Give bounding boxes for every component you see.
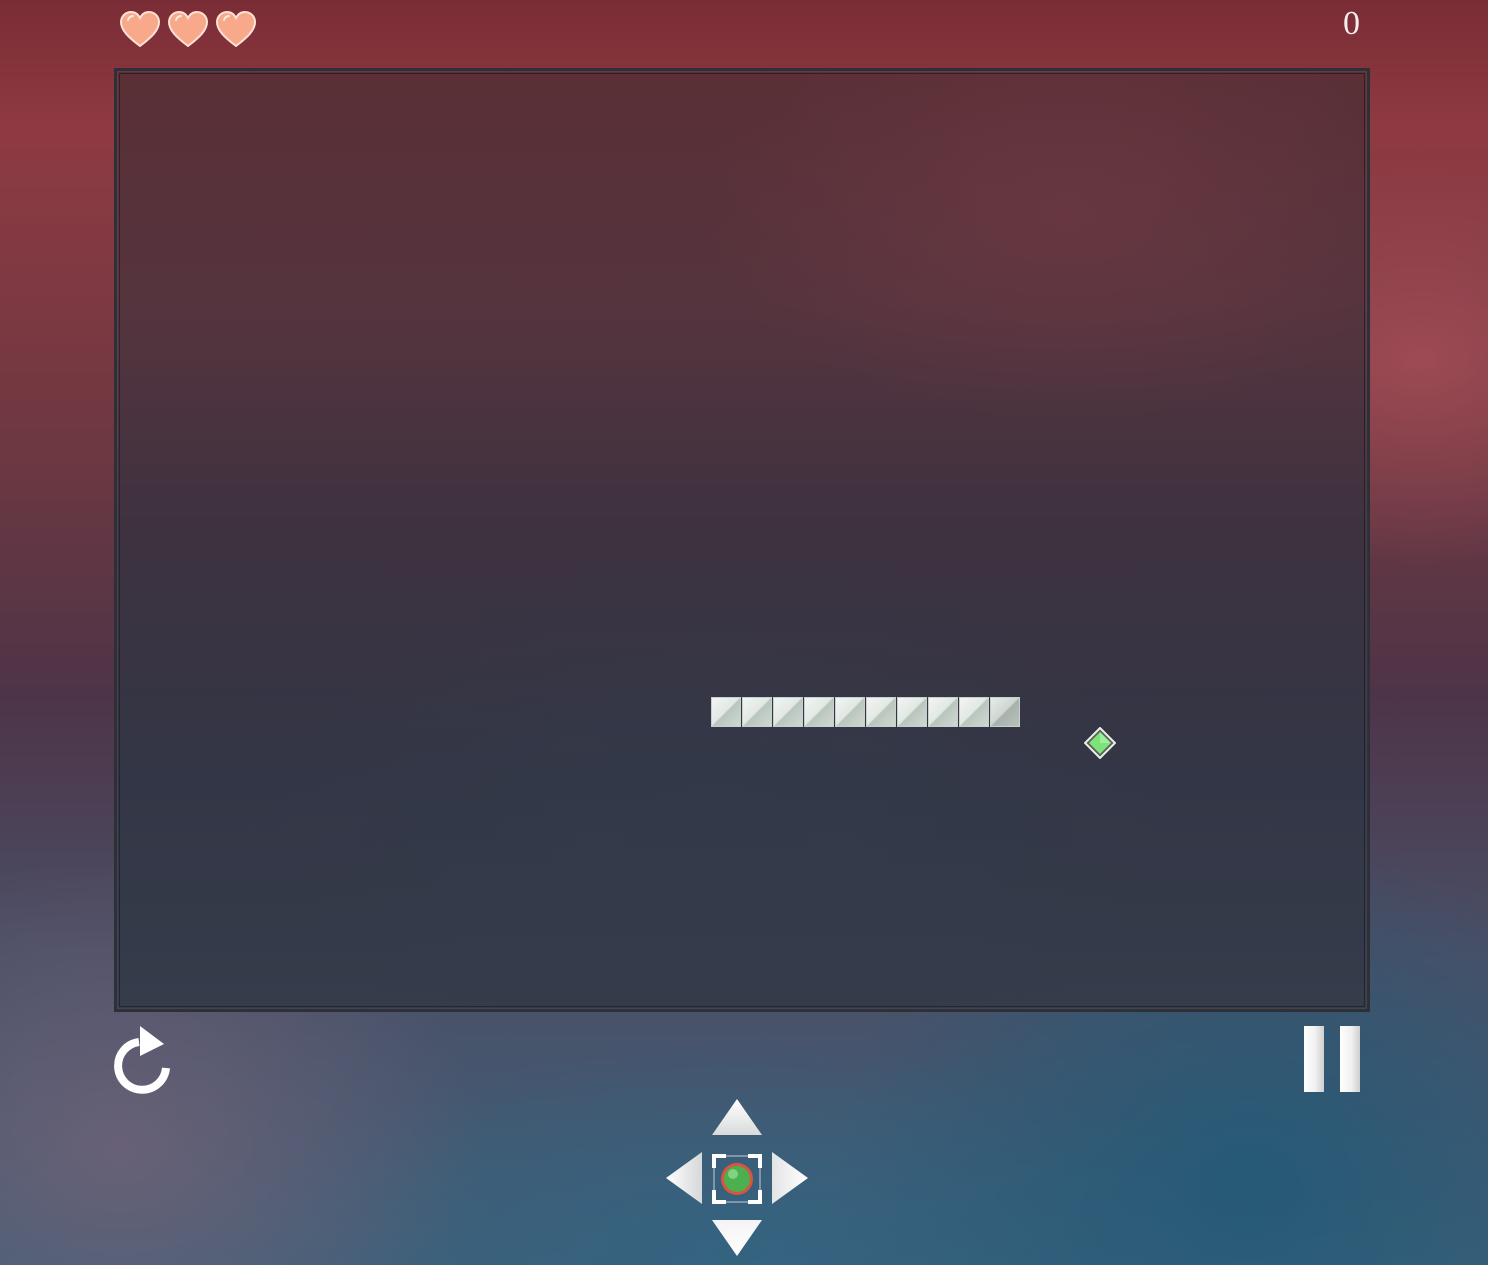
dpad-up-button[interactable]	[710, 1097, 764, 1137]
snake-segment	[773, 697, 803, 727]
snake-segment	[959, 697, 989, 727]
arrow-down-icon	[712, 1220, 762, 1256]
pause-bar-left	[1304, 1026, 1324, 1092]
snake-segment	[804, 697, 834, 727]
pause-bar-right	[1340, 1026, 1360, 1092]
dpad-down-button[interactable]	[710, 1218, 764, 1258]
snake-segment	[742, 697, 772, 727]
heart-icon	[119, 10, 161, 48]
snake-segment	[928, 697, 958, 727]
snake-segment	[711, 697, 741, 727]
heart-icon	[215, 10, 257, 48]
snake-segment	[897, 697, 927, 727]
score-value: 0	[1343, 5, 1360, 42]
restart-button[interactable]	[112, 1022, 174, 1094]
restart-icon	[114, 1026, 170, 1094]
snake-segment	[866, 697, 896, 727]
arrow-up-icon	[712, 1099, 762, 1135]
heart-icon	[167, 10, 209, 48]
board-frame	[119, 73, 1365, 1007]
dpad-center-button[interactable]	[710, 1152, 764, 1206]
lives-display	[118, 8, 258, 52]
snake-head	[990, 697, 1020, 727]
green-diamond-icon	[1084, 727, 1116, 759]
arrow-left-icon	[666, 1152, 702, 1204]
center-target-icon	[712, 1154, 762, 1204]
dpad-left-button[interactable]	[664, 1150, 704, 1206]
game-board[interactable]	[114, 68, 1370, 1012]
dpad-right-button[interactable]	[770, 1150, 810, 1206]
arrow-right-icon	[772, 1152, 808, 1204]
pause-button[interactable]	[1302, 1026, 1362, 1094]
snake-segment	[835, 697, 865, 727]
